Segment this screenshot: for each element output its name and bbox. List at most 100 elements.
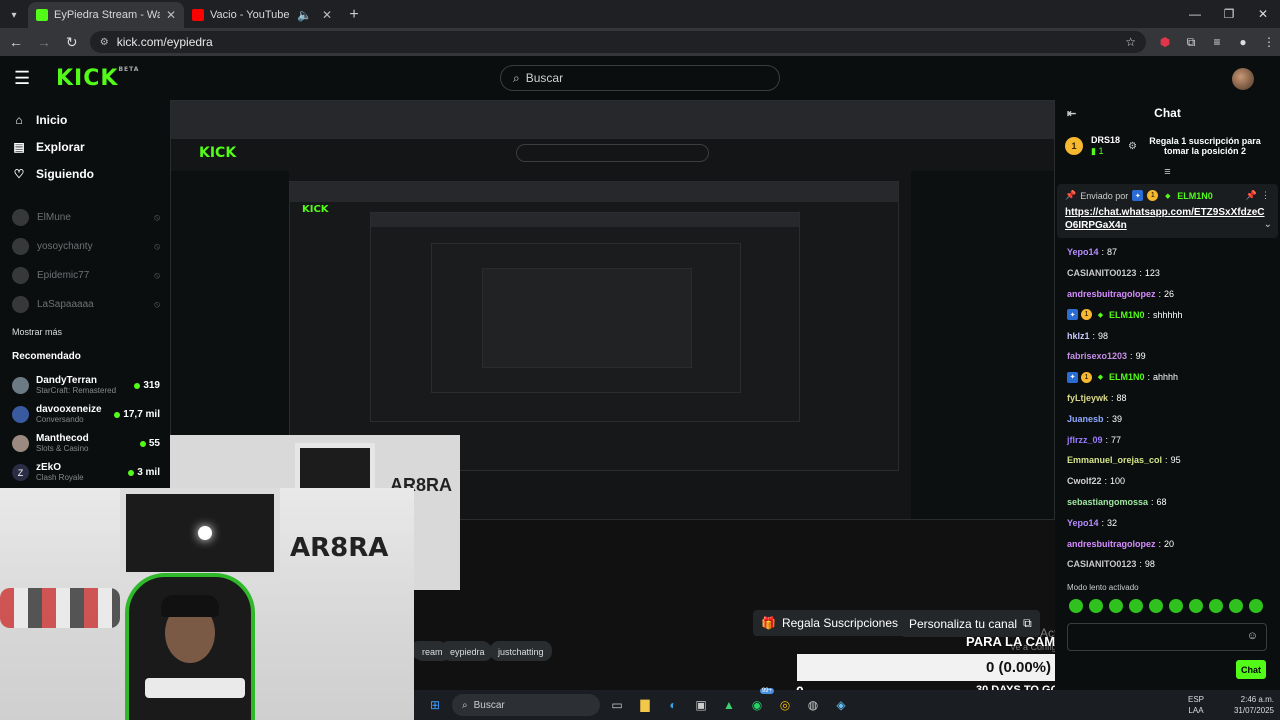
chat-username[interactable]: fabrisexo1203 xyxy=(1067,351,1127,361)
reload-icon[interactable]: ↻ xyxy=(60,30,84,54)
back-icon[interactable]: ← xyxy=(4,30,28,54)
recommended-channel[interactable]: Manthecod Slots & Casino 55 xyxy=(0,429,170,458)
extension-icon[interactable]: ⧉ xyxy=(1180,31,1202,53)
minimize-icon[interactable]: — xyxy=(1178,0,1212,28)
emote-icon[interactable] xyxy=(1249,598,1263,613)
app-icon[interactable]: ▲ xyxy=(718,694,740,716)
send-chat-button[interactable]: Chat xyxy=(1236,660,1266,679)
avatar xyxy=(12,435,29,452)
chat-message: Juanesb:39 xyxy=(1067,408,1268,429)
user-avatar[interactable] xyxy=(1232,68,1254,90)
collapse-chat-icon[interactable]: ⇤ xyxy=(1067,107,1076,120)
hamburger-menu-icon[interactable]: ☰ xyxy=(14,68,36,89)
chat-input[interactable]: ☺ xyxy=(1067,623,1267,651)
close-icon[interactable]: ✕ xyxy=(322,8,332,22)
new-tab-button[interactable]: + xyxy=(340,2,368,28)
emote-icon[interactable] xyxy=(1149,598,1163,613)
close-icon[interactable]: ✕ xyxy=(166,8,176,22)
show-more-link[interactable]: Mostrar más xyxy=(0,327,170,347)
followed-channel[interactable]: ElMune ⦸ xyxy=(0,203,170,232)
followed-channel[interactable]: Epidemic77 ⦸ xyxy=(0,261,170,290)
chat-username[interactable]: jflrzz_09 xyxy=(1067,435,1103,445)
emote-icon[interactable] xyxy=(1129,598,1143,613)
emote-icon[interactable] xyxy=(1209,598,1223,613)
sidebar-item-explorar[interactable]: ▤ Explorar xyxy=(0,133,170,160)
omnibox[interactable]: ⚙ kick.com/eypiedra ☆ xyxy=(89,31,1146,53)
steam-icon[interactable]: ◈ xyxy=(830,694,852,716)
tab-youtube[interactable]: Vacio - YouTube 🔈 ✕ xyxy=(184,2,340,28)
tab-search-icon[interactable]: ▾ xyxy=(0,2,28,28)
chat-username[interactable]: ELM1N0 xyxy=(1109,372,1145,382)
emoji-icon[interactable]: ☺ xyxy=(1247,630,1258,642)
emote-icon[interactable] xyxy=(1109,598,1123,613)
chat-text: 88 xyxy=(1116,392,1127,403)
customize-channel-button[interactable]: Personaliza tu canal ⧉ xyxy=(901,610,1040,637)
sidebar-item-siguiendo[interactable]: ♡ Siguiendo xyxy=(0,160,170,187)
emote-icon[interactable] xyxy=(1229,598,1243,613)
chevron-down-icon[interactable]: ⌄ xyxy=(1264,219,1272,230)
search-input[interactable]: ⌕ Buscar xyxy=(500,65,780,91)
chat-username[interactable]: Emmanuel_orejas_col xyxy=(1067,455,1162,465)
followed-channel[interactable]: LaSapaaaaa ⦸ xyxy=(0,290,170,319)
pinned-link[interactable]: https://chat.whatsapp.com/ETZ9SxXfdzeCO6… xyxy=(1065,206,1270,232)
chat-panel: ⇤ Chat 1 DRS18 ▮ 1 ⚙ Regala 1 suscripció… xyxy=(1055,100,1280,690)
store-icon[interactable]: ▣ xyxy=(690,694,712,716)
kick-logo[interactable]: KICKBETA xyxy=(56,66,139,91)
recommended-channel[interactable]: DandyTerran StarCraft: Remastered 319 xyxy=(0,371,170,400)
chat-username[interactable]: Yepo14 xyxy=(1067,518,1099,528)
chat-username[interactable]: andresbuitragolopez xyxy=(1067,289,1156,299)
chat-username[interactable]: hklz1 xyxy=(1067,331,1090,341)
home-icon: ⌂ xyxy=(15,112,23,127)
tag-chip[interactable]: eypiedra xyxy=(442,643,493,661)
more-icon[interactable]: ⋮ xyxy=(1261,190,1270,201)
maximize-icon[interactable]: ❐ xyxy=(1212,0,1246,28)
gift-subs-button[interactable]: 🎁 Regala Suscripciones xyxy=(753,610,907,636)
obs-icon[interactable]: ◍ xyxy=(802,694,824,716)
chat-title: Chat xyxy=(1154,106,1181,120)
chat-username[interactable]: CASIANITO0123 xyxy=(1067,559,1136,569)
pin-icon[interactable]: 📌 xyxy=(1246,190,1257,201)
extension-red-icon[interactable]: ⬢ xyxy=(1154,31,1176,53)
chat-username[interactable]: andresbuitragolopez xyxy=(1067,539,1156,549)
emote-icon[interactable] xyxy=(1069,598,1083,613)
task-view-icon[interactable]: ▭ xyxy=(606,694,628,716)
close-window-icon[interactable]: ✕ xyxy=(1246,0,1280,28)
pinned-message[interactable]: 📌 Enviado por ✦ 1 ◆ ELM1N0 📌 ⋮ https://c… xyxy=(1057,184,1278,238)
channel-name: zEkO xyxy=(36,462,62,473)
chat-username[interactable]: CASIANITO0123 xyxy=(1067,268,1136,278)
chat-username[interactable]: Yepo14 xyxy=(1067,247,1099,257)
chat-message: fabrisexo1203:99 xyxy=(1067,346,1268,367)
star-icon[interactable]: ☆ xyxy=(1125,35,1136,49)
folder-icon[interactable]: ▇ xyxy=(634,694,656,716)
emote-icon[interactable] xyxy=(1169,598,1183,613)
chat-message: CASIANITO0123:98 xyxy=(1067,554,1268,575)
followed-channel[interactable]: yosoychanty ⦸ xyxy=(0,232,170,261)
forward-icon[interactable]: → xyxy=(32,30,56,54)
edge-icon[interactable]: ◐ xyxy=(662,694,684,716)
recommended-channel[interactable]: Z zEkO Clash Royale 3 mil xyxy=(0,458,170,487)
pin-toggle-icon[interactable]: ≡ xyxy=(1055,166,1280,180)
emote-icon[interactable] xyxy=(1189,598,1203,613)
gift-leaderboard[interactable]: 1 DRS18 ▮ 1 ⚙ Regala 1 suscripción para … xyxy=(1055,126,1280,166)
whatsapp-icon[interactable]: ◉ 99+ xyxy=(746,688,774,716)
site-info-icon[interactable]: ⚙ xyxy=(100,37,109,48)
tab-kick[interactable]: EyPiedra Stream - Watch Live o ✕ xyxy=(28,2,184,28)
taskbar-search[interactable]: ⌕ Buscar xyxy=(452,694,600,716)
chat-username[interactable]: fyLtjeywk xyxy=(1067,393,1108,403)
recommended-channel[interactable]: davooxeneize Conversando 17,7 mil xyxy=(0,400,170,429)
chat-username[interactable]: ELM1N0 xyxy=(1109,310,1145,320)
media-icon[interactable]: ≡ xyxy=(1206,31,1228,53)
speaker-icon[interactable]: 🔈 xyxy=(297,8,312,22)
chrome-icon[interactable]: ◎ xyxy=(774,694,796,716)
emote-icon[interactable] xyxy=(1089,598,1103,613)
windows-start-icon[interactable]: ⊞ xyxy=(424,694,446,716)
chat-username[interactable]: Cwolf22 xyxy=(1067,476,1102,486)
tag-chip[interactable]: justchatting xyxy=(490,643,552,661)
language-indicator[interactable]: ESP LAA xyxy=(1188,694,1204,716)
profile-icon[interactable]: ● xyxy=(1232,31,1254,53)
sidebar-item-inicio[interactable]: ⌂ Inicio xyxy=(0,106,170,133)
chat-username[interactable]: Juanesb xyxy=(1067,414,1104,424)
menu-icon[interactable]: ⋮ xyxy=(1258,31,1280,53)
chat-username[interactable]: sebastiangomossa xyxy=(1067,497,1148,507)
clock[interactable]: 2:46 a.m. 31/07/2025 xyxy=(1234,694,1274,716)
